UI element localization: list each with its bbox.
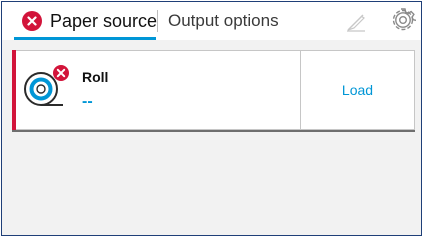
gear-icon[interactable] xyxy=(390,7,416,33)
paper-source-card-roll: Roll -- Load xyxy=(12,50,415,130)
cutter-icon xyxy=(347,14,365,32)
app-frame: Paper source Output options Roll -- Load xyxy=(1,1,422,236)
top-bar: Paper source Output options xyxy=(2,2,421,40)
tab-divider xyxy=(157,10,158,32)
tab-output-options-label: Output options xyxy=(168,11,279,30)
paper-source-name: Roll xyxy=(82,69,109,85)
tab-paper-source[interactable]: Paper source xyxy=(22,2,157,40)
error-status-bar xyxy=(12,50,16,130)
roll-error-icon xyxy=(24,65,69,106)
tab-output-options[interactable]: Output options xyxy=(168,2,279,40)
load-button[interactable]: Load xyxy=(301,51,414,129)
tab-paper-source-label: Paper source xyxy=(50,10,158,31)
active-tab-indicator xyxy=(14,37,156,40)
paper-source-value: -- xyxy=(82,93,93,110)
error-icon xyxy=(22,11,42,31)
